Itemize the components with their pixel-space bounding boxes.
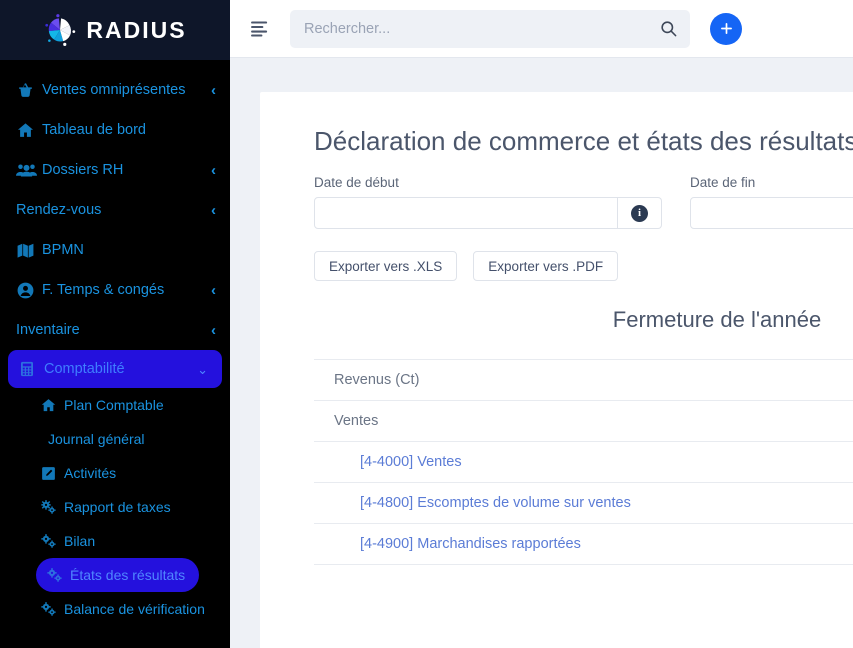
sidebar-subitem-label: Rapport de taxes — [64, 499, 171, 515]
sidebar-subitem-label: États des résultats — [70, 567, 186, 583]
start-date-field: Date de début i — [314, 175, 662, 229]
add-button[interactable] — [710, 12, 742, 45]
sidebar-subitem-journal-general[interactable]: Journal général — [0, 422, 230, 456]
end-date-input[interactable] — [690, 197, 853, 229]
sidebar-subitem-bilan[interactable]: Bilan — [0, 524, 230, 558]
accounts-table: Revenus (Ct) Ventes [4-4000] Ventes [4-4… — [314, 359, 853, 565]
user-circle-icon — [16, 281, 42, 300]
map-icon — [16, 241, 42, 260]
sidebar-submenu-comptabilite: Plan Comptable Journal général Activités… — [0, 388, 230, 626]
menu-fold-icon[interactable] — [242, 11, 278, 47]
sidebar-item-inventaire[interactable]: Inventaire ‹ — [0, 310, 230, 350]
chevron-left-icon[interactable]: ‹ — [211, 283, 216, 298]
sidebar-item-label: Comptabilité — [44, 361, 125, 377]
home-icon — [16, 121, 42, 140]
gears-icon — [40, 601, 64, 618]
radius-compass-logo-icon — [43, 13, 77, 47]
row-label: Ventes — [334, 413, 379, 429]
sidebar-item-temps-et-conges[interactable]: F. Temps & congés ‹ — [0, 270, 230, 310]
sidebar-subitem-activites[interactable]: Activités — [0, 456, 230, 490]
page-title: Déclaration de commerce et états des rés… — [314, 126, 853, 156]
sidebar-item-label: Inventaire — [16, 322, 80, 338]
chevron-left-icon[interactable]: ‹ — [211, 83, 216, 98]
account-name: Marchandises rapportées — [417, 536, 581, 552]
row-label: Revenus (Ct) — [334, 372, 420, 388]
home-icon — [40, 397, 64, 414]
table-row[interactable]: [4-4800] Escomptes de volume sur ventes — [314, 482, 853, 524]
sidebar-subitem-balance-de-verification[interactable]: Balance de vérification — [0, 592, 230, 626]
sidebar-subitem-label: Bilan — [64, 533, 96, 549]
brand-name: RADIUS — [86, 16, 187, 43]
sidebar-nav: Ventes omniprésentes ‹ Tableau de bord D… — [0, 60, 230, 626]
main-area: Déclaration de commerce et états des rés… — [230, 0, 853, 648]
account-name: Escomptes de volume sur ventes — [417, 495, 631, 511]
sidebar-item-label: BPMN — [42, 242, 84, 258]
sidebar-subitem-etats-des-resultats[interactable]: États des résultats — [36, 558, 200, 592]
row-label[interactable]: [4-4800] Escomptes de volume sur ventes — [314, 483, 853, 524]
sidebar-subitem-etats-des-resultats-wrap: États des résultats — [0, 558, 230, 592]
sidebar-subitem-label: Journal général — [48, 431, 145, 447]
sidebar-item-comptabilite[interactable]: Comptabilité ⌄ — [8, 350, 222, 388]
basket-icon — [16, 81, 42, 100]
table-row[interactable]: Revenus (Ct) — [314, 359, 853, 401]
brand-header[interactable]: RADIUS — [0, 0, 230, 60]
sidebar-item-label: Dossiers RH — [42, 162, 124, 178]
gears-icon — [40, 533, 64, 550]
sidebar-subitem-label: Plan Comptable — [64, 397, 164, 413]
sidebar: RADIUS Ventes omniprésentes ‹ Tableau de… — [0, 0, 230, 648]
topbar — [230, 0, 853, 58]
start-date-info-button[interactable]: i — [618, 197, 662, 229]
start-date-input-group: i — [314, 197, 662, 229]
account-name: Ventes — [417, 454, 462, 470]
export-xls-button[interactable]: Exporter vers .XLS — [314, 251, 458, 281]
sidebar-item-ventes-omnipresentes[interactable]: Ventes omniprésentes ‹ — [0, 70, 230, 110]
search-icon[interactable] — [659, 19, 678, 38]
table-row[interactable]: [4-4900] Marchandises rapportées — [314, 523, 853, 565]
chevron-left-icon[interactable]: ‹ — [211, 163, 216, 178]
row-label[interactable]: [4-4900] Marchandises rapportées — [314, 524, 853, 565]
calculator-icon — [18, 360, 44, 378]
chevron-left-icon[interactable]: ‹ — [211, 323, 216, 338]
search-input[interactable] — [304, 20, 659, 37]
end-date-input-group — [690, 197, 853, 229]
report-card: Déclaration de commerce et états des rés… — [260, 92, 853, 648]
sidebar-item-bpmn[interactable]: BPMN — [0, 230, 230, 270]
info-icon: i — [631, 204, 648, 222]
search-bar[interactable] — [290, 9, 690, 48]
account-code: [4-4000] — [360, 454, 418, 470]
table-row[interactable]: [4-4000] Ventes — [314, 441, 853, 483]
sidebar-subitem-label: Balance de vérification — [64, 600, 205, 617]
chevron-down-icon[interactable]: ⌄ — [197, 363, 208, 376]
sidebar-item-dossiers-rh[interactable]: Dossiers RH ‹ — [0, 150, 230, 190]
row-label[interactable]: [4-4000] Ventes — [314, 442, 853, 483]
app-root: RADIUS Ventes omniprésentes ‹ Tableau de… — [0, 0, 853, 648]
start-date-input[interactable] — [314, 197, 618, 229]
sidebar-item-tableau-de-bord[interactable]: Tableau de bord — [0, 110, 230, 150]
gears-icon — [46, 567, 70, 584]
export-buttons: Exporter vers .XLS Exporter vers .PDF — [314, 251, 853, 281]
edit-square-icon — [40, 465, 64, 482]
sidebar-item-label: Tableau de bord — [42, 122, 146, 138]
end-date-label: Date de fin — [690, 175, 756, 190]
table-row[interactable]: Ventes — [314, 400, 853, 442]
export-pdf-button[interactable]: Exporter vers .PDF — [473, 251, 619, 281]
sidebar-subitem-plan-comptable[interactable]: Plan Comptable — [0, 388, 230, 422]
sidebar-item-label: F. Temps & congés — [42, 282, 165, 298]
people-icon — [16, 161, 42, 180]
end-date-field: Date de fin — [690, 175, 853, 229]
sidebar-item-label: Ventes omniprésentes — [42, 82, 186, 98]
date-filters: Date de début i Date de fin — [314, 175, 853, 229]
start-date-label: Date de début — [314, 175, 399, 190]
account-code: [4-4800] — [360, 495, 418, 511]
sidebar-item-label: Rendez-vous — [16, 202, 102, 218]
sidebar-subitem-label: Activités — [64, 465, 117, 481]
sidebar-item-rendez-vous[interactable]: Rendez-vous ‹ — [0, 190, 230, 230]
sidebar-subitem-rapport-de-taxes[interactable]: Rapport de taxes — [0, 490, 230, 524]
content-scroll-area: Déclaration de commerce et états des rés… — [230, 58, 853, 648]
section-title: Fermeture de l'année — [612, 307, 822, 332]
account-code: [4-4900] — [360, 536, 418, 552]
chevron-left-icon[interactable]: ‹ — [211, 203, 216, 218]
gears-icon — [40, 499, 64, 516]
